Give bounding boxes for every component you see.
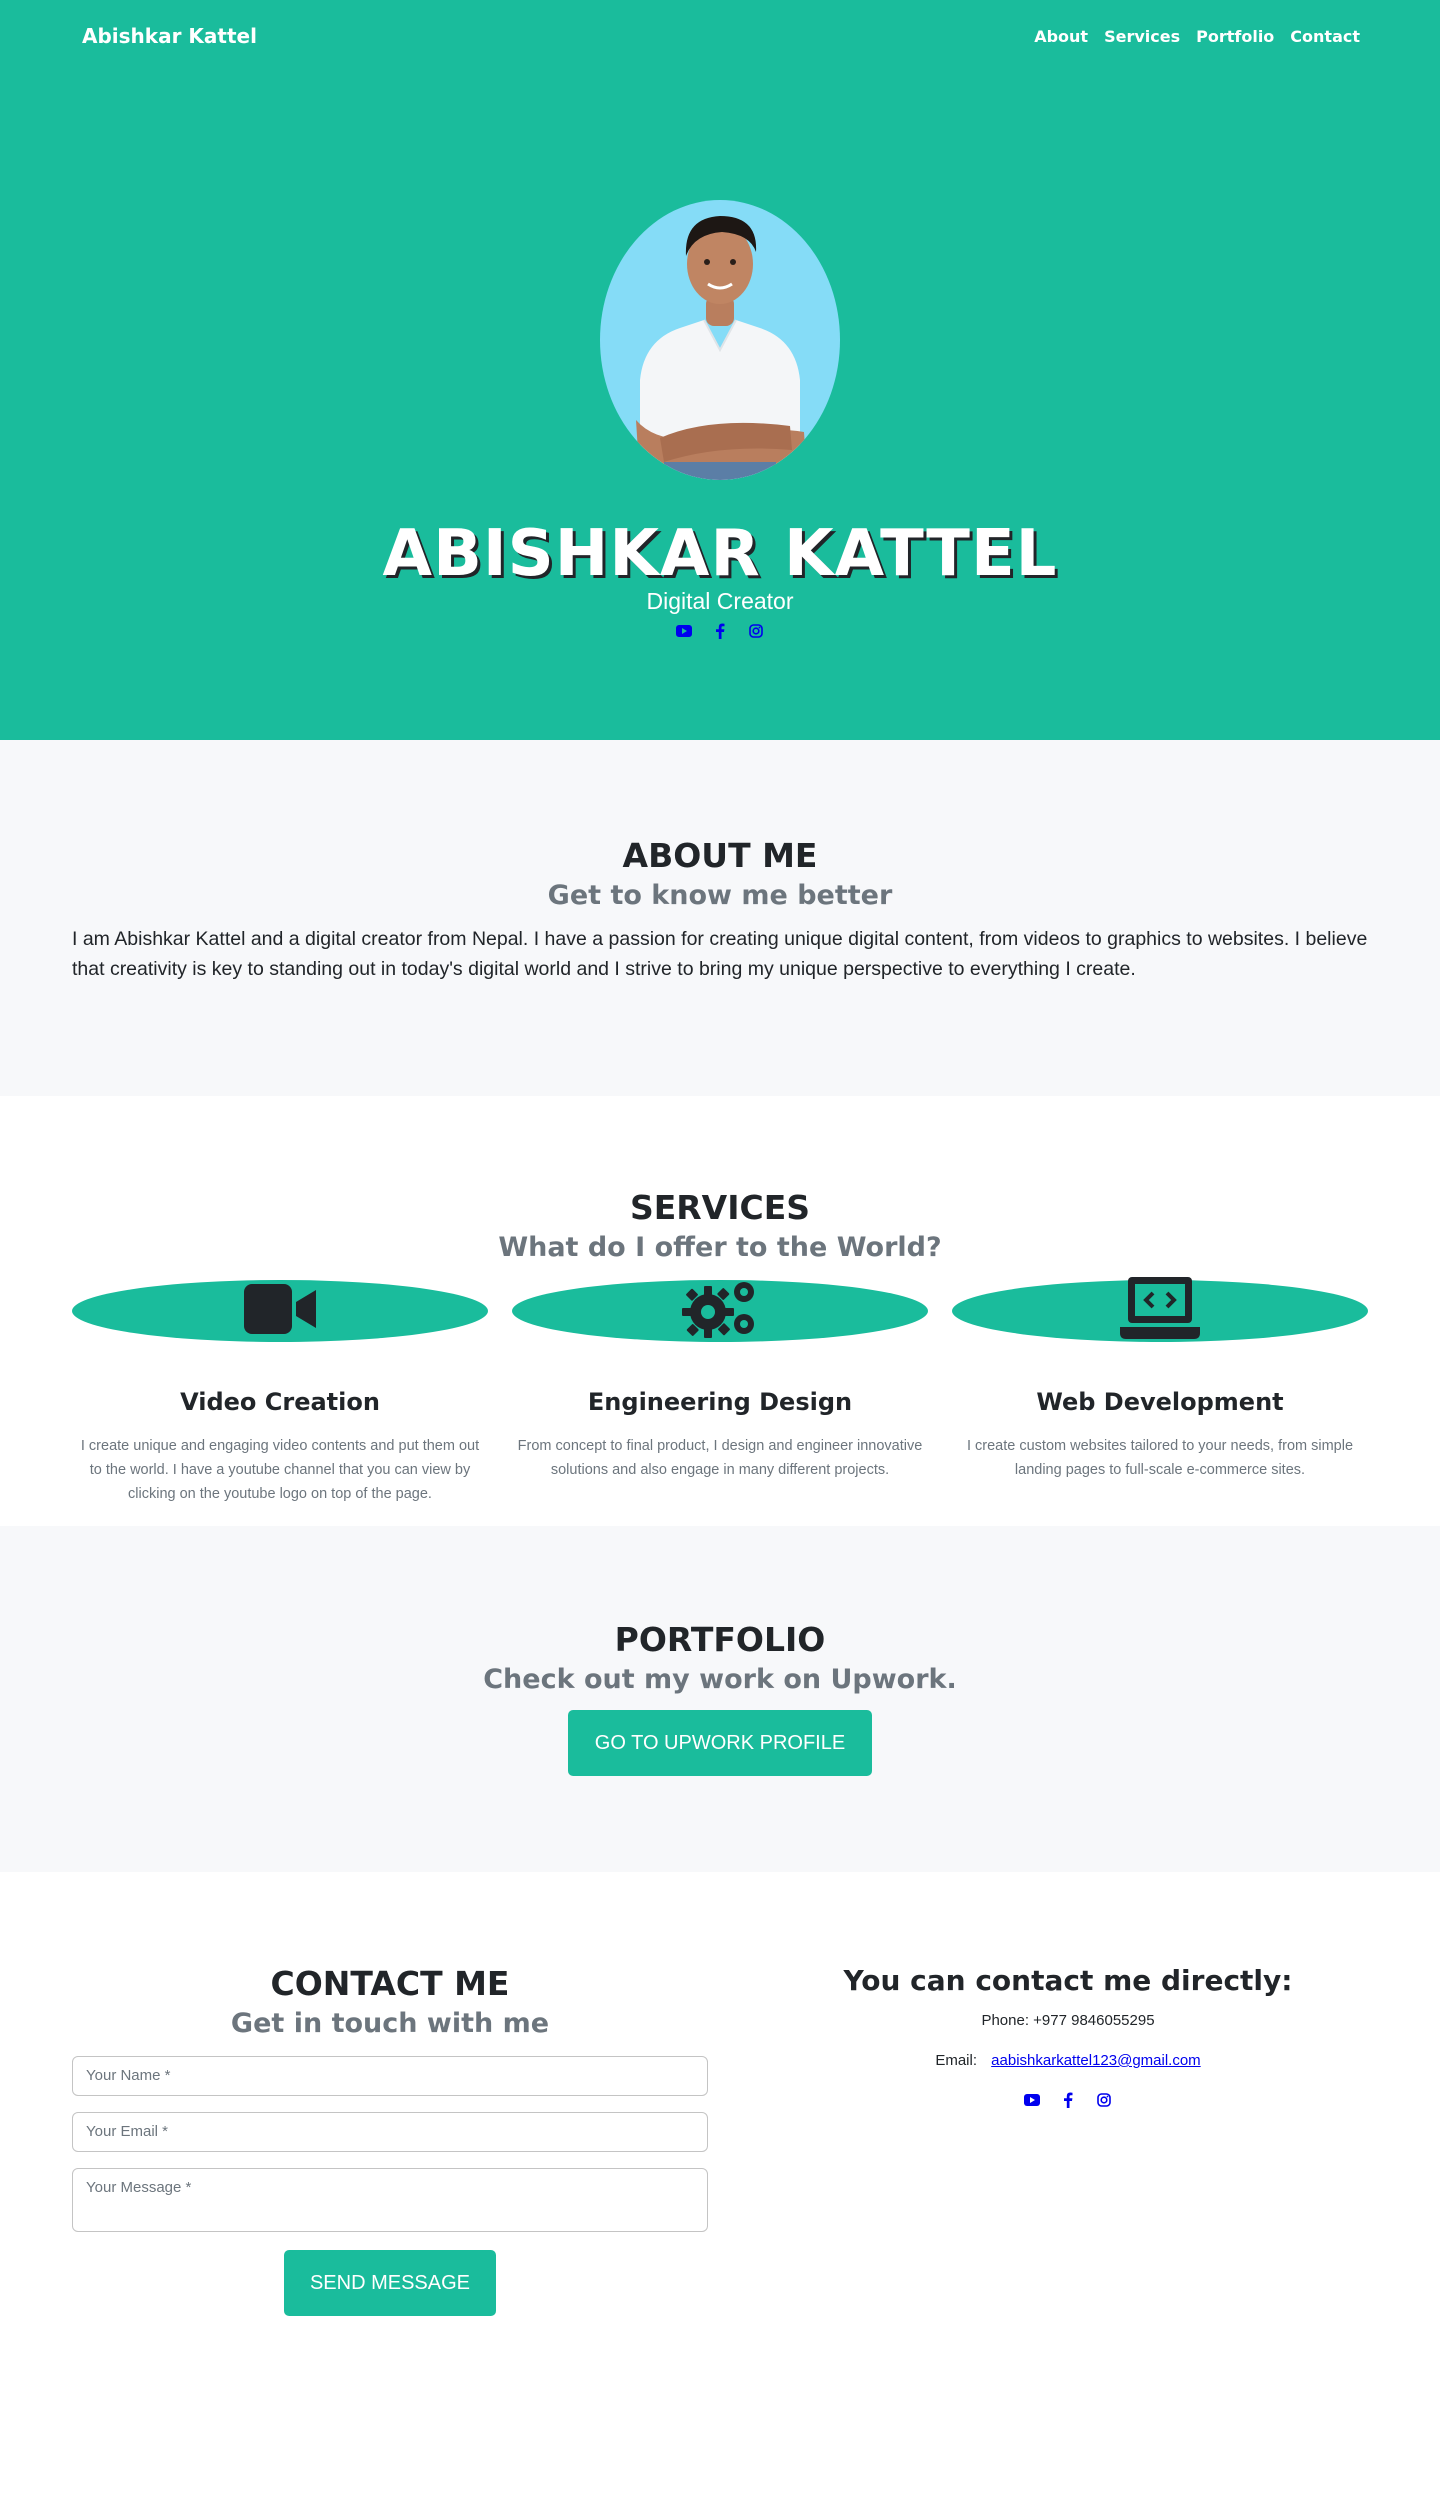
contact-direct: You can contact me directly: Phone: +977… [768,1872,1368,2505]
nav-link-services[interactable]: Services [1104,27,1180,46]
service-icon-badge [512,1280,928,1342]
hero-subtitle: Digital Creator [646,588,794,614]
video-camera-icon [244,1283,316,1339]
email-line: Email: aabishkarkattel123@gmail.com [768,2052,1368,2069]
portfolio-subheading: Check out my work on Upwork. [483,1664,957,1695]
laptop-code-icon [1120,1276,1200,1346]
contact-direct-heading: You can contact me directly: [843,1964,1293,1997]
email-link[interactable]: aabishkarkattel123@gmail.com [991,2052,1201,2069]
service-card-engineering: Engineering Design From concept to final… [512,1280,928,1482]
service-description: I create unique and engaging video conte… [80,1438,480,1502]
facebook-icon[interactable] [1060,2092,1076,2108]
hero-name: ABISHKAR KATTEL [382,517,1058,591]
service-icon-badge [952,1276,1368,1342]
name-input[interactable]: Your Name * [72,2056,708,2096]
service-title: Web Development [1036,1388,1284,1416]
service-card-video: Video Creation I create unique and engag… [72,1280,488,1506]
services-heading: SERVICES [629,1188,811,1227]
nav-links: About Services Portfolio Contact [1034,27,1360,46]
upwork-profile-button[interactable]: GO TO UPWORK PROFILE [568,1710,872,1776]
service-description: I create custom websites tailored to you… [966,1438,1354,1478]
instagram-icon[interactable] [748,623,764,639]
gears-icon [680,1278,760,1345]
nav-link-portfolio[interactable]: Portfolio [1196,27,1274,46]
contact-section: CONTACT ME Get in touch with me Your Nam… [0,1872,1440,2505]
about-subheading: Get to know me better [547,880,893,911]
youtube-icon[interactable] [676,623,692,639]
email-input[interactable]: Your Email * [72,2112,708,2152]
portfolio-section: PORTFOLIO Check out my work on Upwork. G… [0,1526,1440,1872]
hero-section: ABISHKAR KATTEL Digital Creator [0,0,1440,740]
nav-link-about[interactable]: About [1034,27,1088,46]
contact-subheading: Get in touch with me [230,2008,550,2039]
about-text: I am Abishkar Kattel and a digital creat… [72,928,1368,980]
contact-social-links [768,2092,1368,2108]
phone-text: Phone: +977 9846055295 [981,2012,1155,2029]
about-section: ABOUT ME Get to know me better I am Abis… [0,740,1440,1096]
brand-logo-link[interactable]: Abishkar Kattel [82,24,257,48]
service-card-web: Web Development I create custom websites… [952,1276,1368,1482]
profile-avatar [600,200,840,480]
service-title: Engineering Design [587,1388,853,1416]
hero-social-links [0,623,1440,639]
about-heading: ABOUT ME [622,836,818,875]
facebook-icon[interactable] [712,623,728,639]
contact-heading: CONTACT ME [270,1964,510,2003]
youtube-icon[interactable] [1024,2092,1040,2108]
nav-link-contact[interactable]: Contact [1290,27,1360,46]
service-description: From concept to final product, I design … [517,1438,923,1478]
portfolio-heading: PORTFOLIO [614,1620,826,1659]
service-title: Video Creation [180,1388,380,1416]
services-section: SERVICES What do I offer to the World? V… [0,1096,1440,1526]
service-icon-badge [72,1280,488,1342]
send-message-button[interactable]: SEND MESSAGE [284,2250,496,2316]
email-label: Email: [935,2052,977,2069]
message-textarea[interactable]: Your Message * [72,2168,708,2232]
contact-form: CONTACT ME Get in touch with me Your Nam… [72,1872,708,2505]
services-subheading: What do I offer to the World? [498,1232,942,1263]
navbar: Abishkar Kattel About Services Portfolio… [0,0,1440,72]
instagram-icon[interactable] [1096,2092,1112,2108]
